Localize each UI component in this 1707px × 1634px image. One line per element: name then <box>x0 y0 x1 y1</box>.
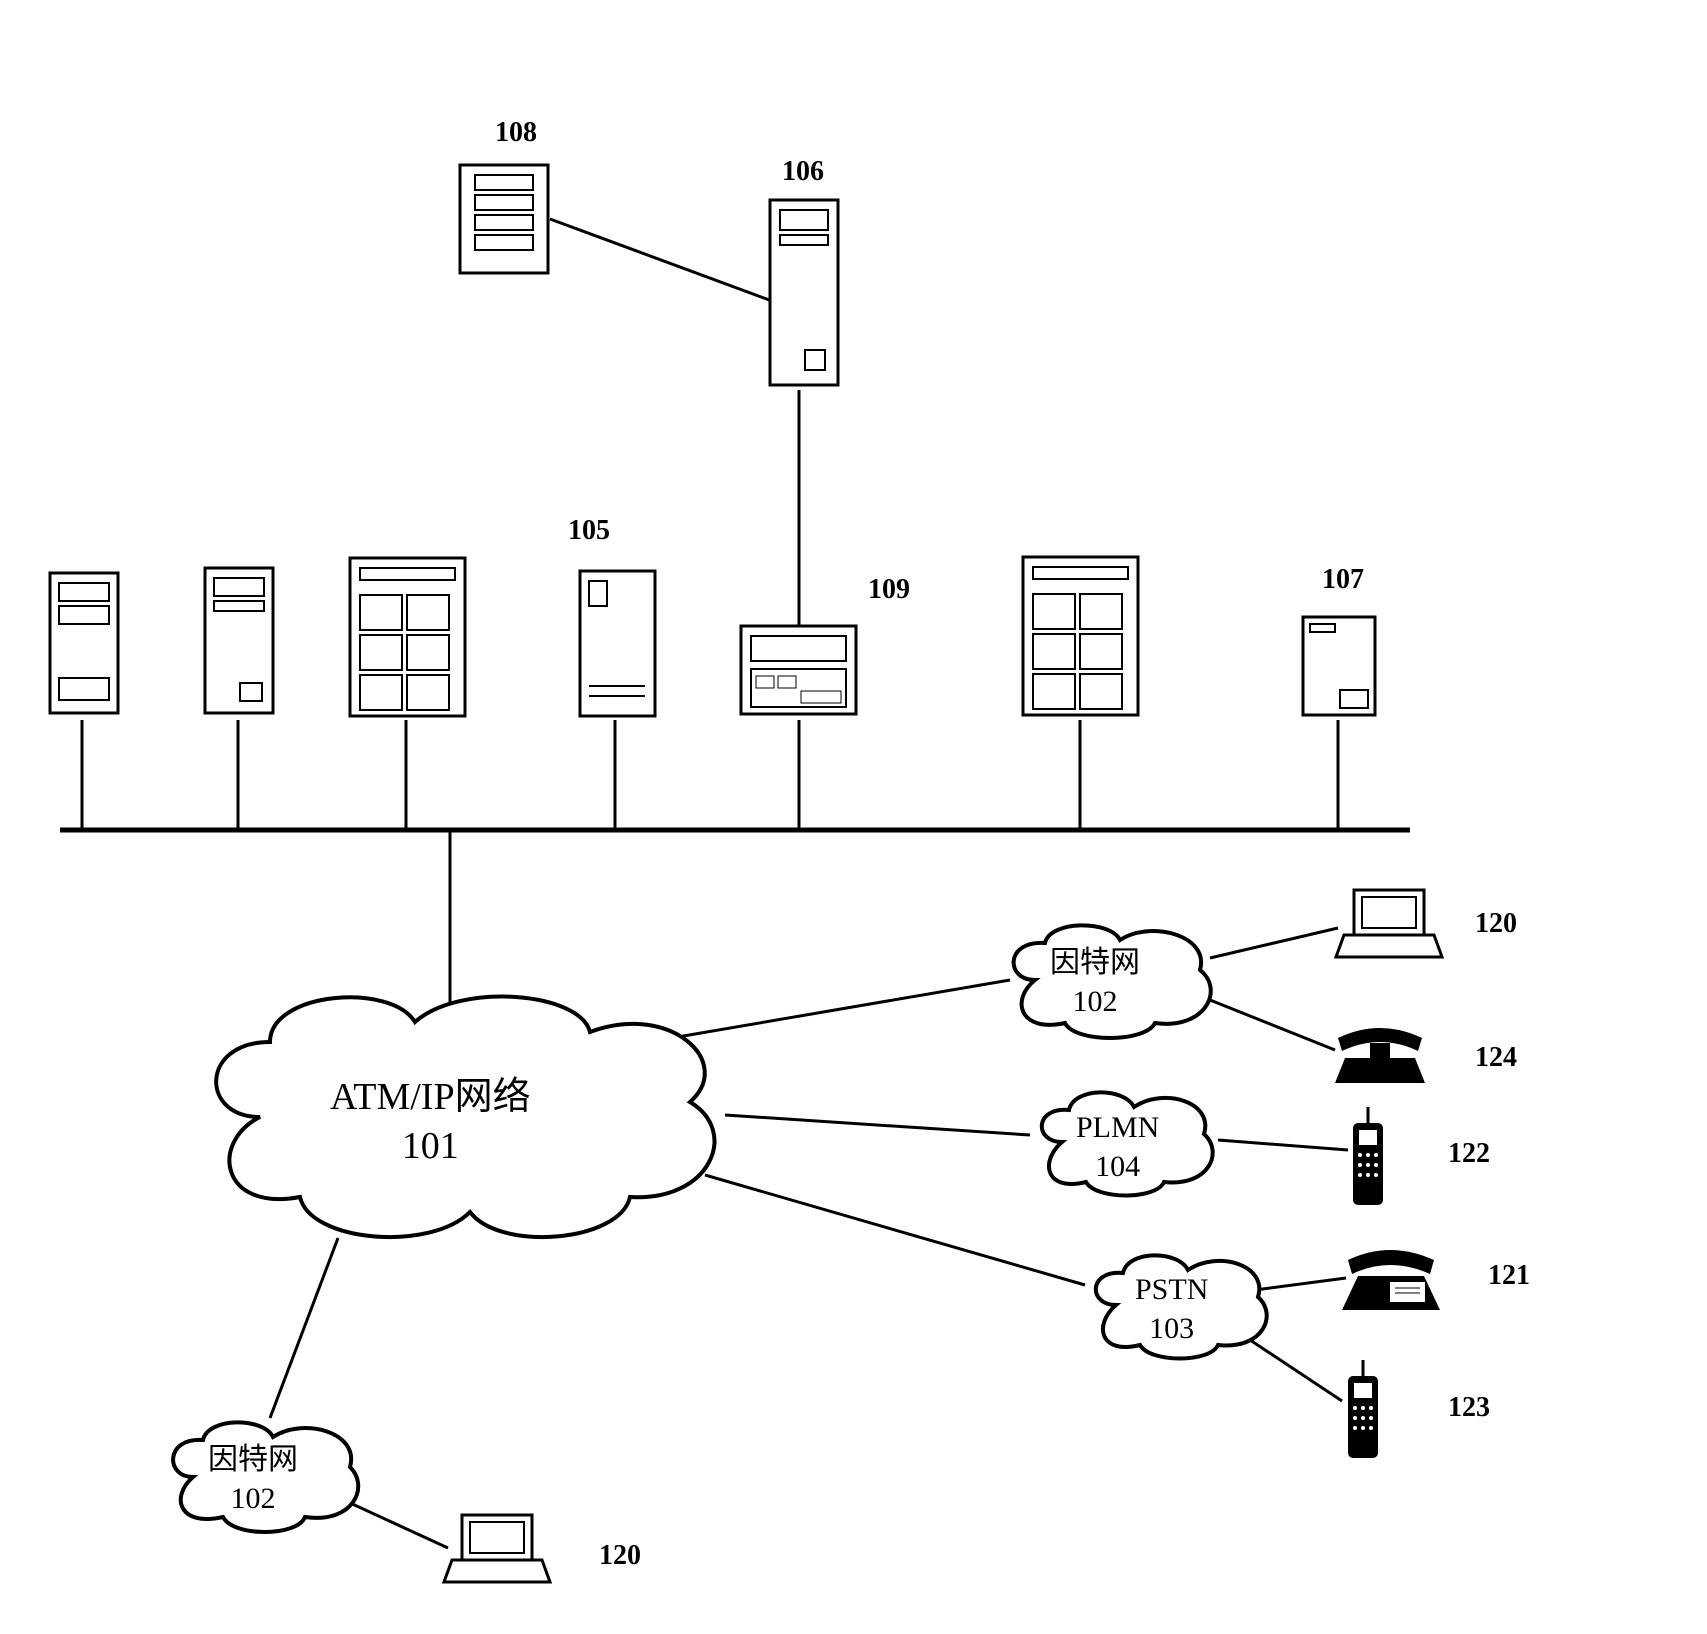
label-106: 106 <box>782 156 824 188</box>
device-laptop-120b <box>442 1510 552 1588</box>
cloud-atm-line1: ATM/IP网络 <box>330 1076 531 1118</box>
label-107: 107 <box>1322 564 1364 596</box>
device-rack-5 <box>1018 552 1143 720</box>
cloud-internet1-line2: 102 <box>1073 985 1118 1018</box>
device-laptop-120a <box>1334 885 1444 963</box>
cloud-pstn-text: PSTN 103 <box>1135 1270 1208 1348</box>
cloud-atm-line2: 101 <box>402 1125 459 1167</box>
device-tower-2 <box>200 563 278 718</box>
label-123: 123 <box>1448 1392 1490 1424</box>
device-106-server <box>765 195 843 390</box>
label-108: 108 <box>495 117 537 149</box>
device-mobile-123 <box>1338 1358 1388 1463</box>
network-diagram: 108 106 105 109 107 <box>20 20 1687 1594</box>
device-108-rack <box>455 160 553 278</box>
cloud-internet2-line1: 因特网 <box>208 1443 298 1476</box>
cloud-pstn-line2: 103 <box>1149 1312 1194 1345</box>
device-phone-124 <box>1330 1013 1435 1091</box>
label-122: 122 <box>1448 1138 1490 1170</box>
cloud-plmn-line2: 104 <box>1095 1150 1140 1183</box>
label-105: 105 <box>568 515 610 547</box>
cloud-plmn-line1: PLMN <box>1076 1111 1159 1144</box>
device-rack-3 <box>345 553 470 721</box>
device-107 <box>1298 612 1380 720</box>
cloud-internet2-text: 因特网 102 <box>208 1440 298 1518</box>
device-105 <box>575 566 660 721</box>
cloud-internet1-line1: 因特网 <box>1050 946 1140 979</box>
device-deskphone-121 <box>1340 1238 1452 1320</box>
cloud-internet2-line2: 102 <box>231 1482 276 1515</box>
device-109-switch <box>736 621 861 719</box>
device-mobile-122 <box>1343 1105 1393 1210</box>
cloud-pstn-line1: PSTN <box>1135 1273 1208 1306</box>
cloud-atm-text: ATM/IP网络 101 <box>330 1073 531 1172</box>
label-124: 124 <box>1475 1042 1517 1074</box>
label-120a: 120 <box>1475 908 1517 940</box>
label-121: 121 <box>1488 1260 1530 1292</box>
label-109: 109 <box>868 574 910 606</box>
label-120b: 120 <box>599 1540 641 1572</box>
cloud-plmn-text: PLMN 104 <box>1076 1108 1159 1186</box>
device-tower-1 <box>45 568 123 718</box>
cloud-internet1-text: 因特网 102 <box>1050 943 1140 1021</box>
